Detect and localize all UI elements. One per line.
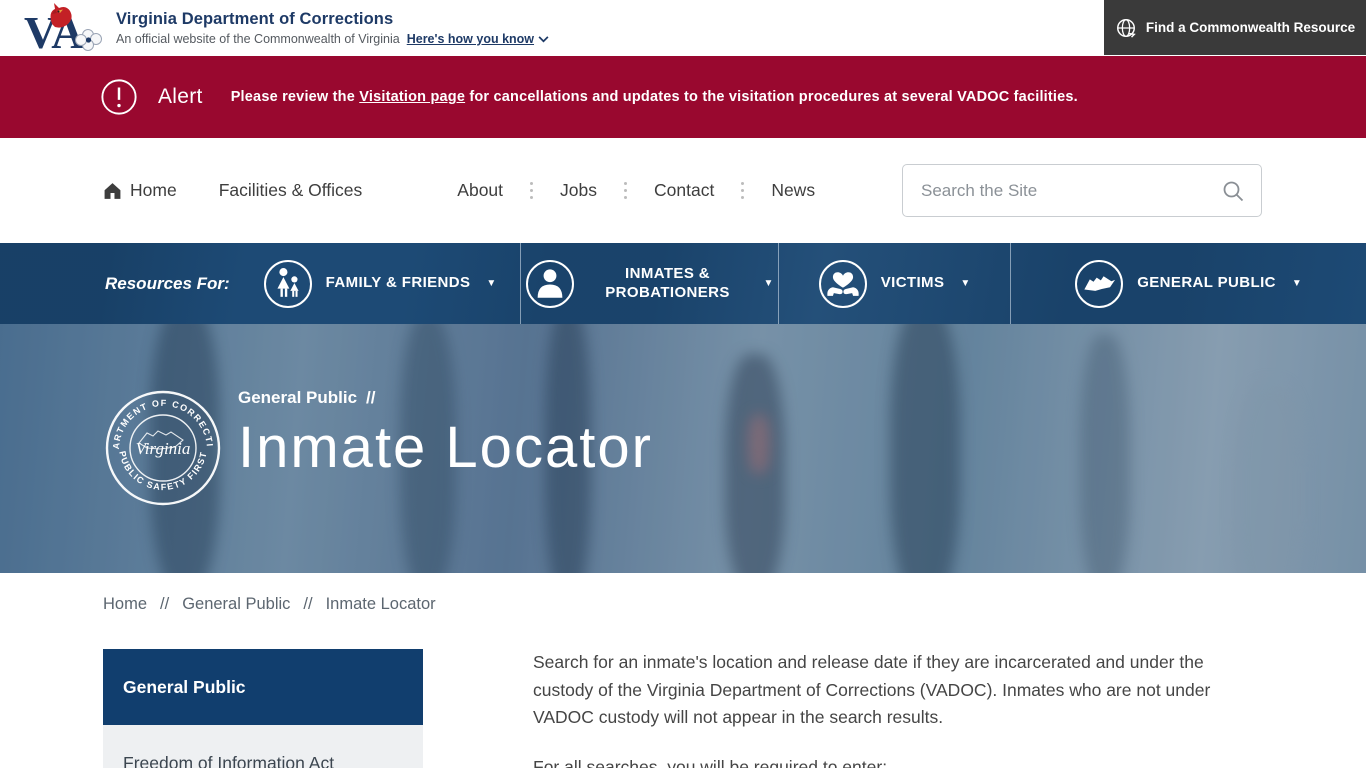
breadcrumb: Home // General Public // Inmate Locator: [103, 595, 1366, 614]
alert-label: Alert: [158, 85, 203, 109]
find-commonwealth-resource-button[interactable]: Find a Commonwealth Resource: [1104, 0, 1366, 55]
nav-item-facilities-offices[interactable]: Facilities & Offices: [219, 180, 363, 201]
hands-heart-icon: [819, 260, 867, 308]
breadcrumb-separator: //: [160, 595, 169, 614]
globe-icon: [1115, 17, 1137, 39]
site-header: VA Virginia Department of Corrections An…: [0, 0, 1366, 56]
hero-eyebrow-separator: //: [366, 388, 375, 408]
visitation-page-link[interactable]: Visitation page: [359, 89, 465, 105]
nav-group-secondary: About Jobs Contact News: [457, 180, 815, 201]
hero-banner: DEPARTMENT OF CORRECTIONS PUBLIC SAFETY …: [0, 324, 1366, 573]
breadcrumb-general-public-link[interactable]: General Public: [182, 595, 290, 614]
hero-eyebrow-link[interactable]: General Public: [238, 388, 357, 408]
site-search-input[interactable]: [921, 181, 1221, 201]
tab-label: INMATES & PROBATIONERS: [588, 265, 748, 303]
nav-item-contact[interactable]: Contact: [654, 180, 714, 201]
intro-paragraph: Search for an inmate's location and rele…: [533, 649, 1253, 732]
virginia-state-icon: [1075, 260, 1123, 308]
chevron-down-icon: [538, 36, 549, 43]
tab-general-public[interactable]: GENERAL PUBLIC ▼: [1010, 243, 1366, 324]
person-icon: [526, 260, 574, 308]
page-title: Inmate Locator: [238, 418, 653, 479]
chevron-down-icon: ▼: [1292, 278, 1302, 289]
nav-dot-separator: [624, 182, 627, 199]
sidebar-header-general-public[interactable]: General Public: [103, 649, 423, 725]
chevron-down-icon: ▼: [960, 278, 970, 289]
nav-dot-separator: [530, 182, 533, 199]
sidebar: General Public Freedom of Information Ac…: [103, 649, 423, 768]
resource-link-label: Find a Commonwealth Resource: [1146, 20, 1355, 35]
va-cardinal-logo-icon: VA: [22, 2, 108, 54]
vadoc-seal-icon: DEPARTMENT OF CORRECTIONS PUBLIC SAFETY …: [103, 388, 223, 508]
seal-middle-text: Virginia: [136, 439, 191, 458]
nav-item-jobs[interactable]: Jobs: [560, 180, 597, 201]
tab-label: FAMILY & FRIENDS: [326, 274, 471, 293]
home-icon: [103, 182, 122, 200]
main-nav: Home Facilities & Offices About Jobs Con…: [0, 138, 1366, 243]
tab-victims[interactable]: VICTIMS ▼: [778, 243, 1010, 324]
site-search-box: [902, 164, 1262, 217]
main-content: Search for an inmate's location and rele…: [533, 649, 1253, 768]
search-requirements-intro: For all searches, you will be required t…: [533, 754, 1253, 768]
breadcrumb-current-page: Inmate Locator: [326, 595, 436, 614]
breadcrumb-home-link[interactable]: Home: [103, 595, 147, 614]
breadcrumb-separator: //: [303, 595, 312, 614]
family-icon: [264, 260, 312, 308]
header-title-block: Virginia Department of Corrections An of…: [116, 10, 549, 46]
tab-inmates-probationers[interactable]: INMATES & PROBATIONERS ▼: [520, 243, 778, 324]
nav-item-news[interactable]: News: [771, 180, 815, 201]
sidebar-item-foia[interactable]: Freedom of Information Act: [103, 725, 423, 768]
vadoc-logo[interactable]: VA: [22, 2, 108, 54]
nav-item-about[interactable]: About: [457, 180, 503, 201]
site-title: Virginia Department of Corrections: [116, 10, 549, 29]
nav-dot-separator: [741, 182, 744, 199]
heres-how-you-know-link[interactable]: Here's how you know: [407, 32, 549, 46]
alert-message: Please review the Visitation page for ca…: [231, 89, 1078, 105]
content-area: General Public Freedom of Information Ac…: [103, 649, 1366, 768]
chevron-down-icon: ▼: [764, 278, 774, 289]
nav-item-home[interactable]: Home: [103, 180, 177, 201]
official-text: An official website of the Commonwealth …: [116, 32, 400, 46]
resources-for-label: Resources For:: [0, 243, 240, 324]
tab-label: VICTIMS: [881, 274, 945, 293]
tab-family-friends[interactable]: FAMILY & FRIENDS ▼: [240, 243, 520, 324]
sidebar-list: Freedom of Information Act: [103, 725, 423, 768]
chevron-down-icon: ▼: [486, 278, 496, 289]
alert-bar: Alert Please review the Visitation page …: [0, 56, 1366, 138]
search-icon[interactable]: [1221, 179, 1245, 203]
resources-bar: Resources For: FAMILY & FRIENDS ▼: [0, 243, 1366, 324]
alert-exclamation-icon: [100, 78, 138, 116]
page: VA Virginia Department of Corrections An…: [0, 0, 1366, 768]
tab-label: GENERAL PUBLIC: [1137, 274, 1276, 293]
